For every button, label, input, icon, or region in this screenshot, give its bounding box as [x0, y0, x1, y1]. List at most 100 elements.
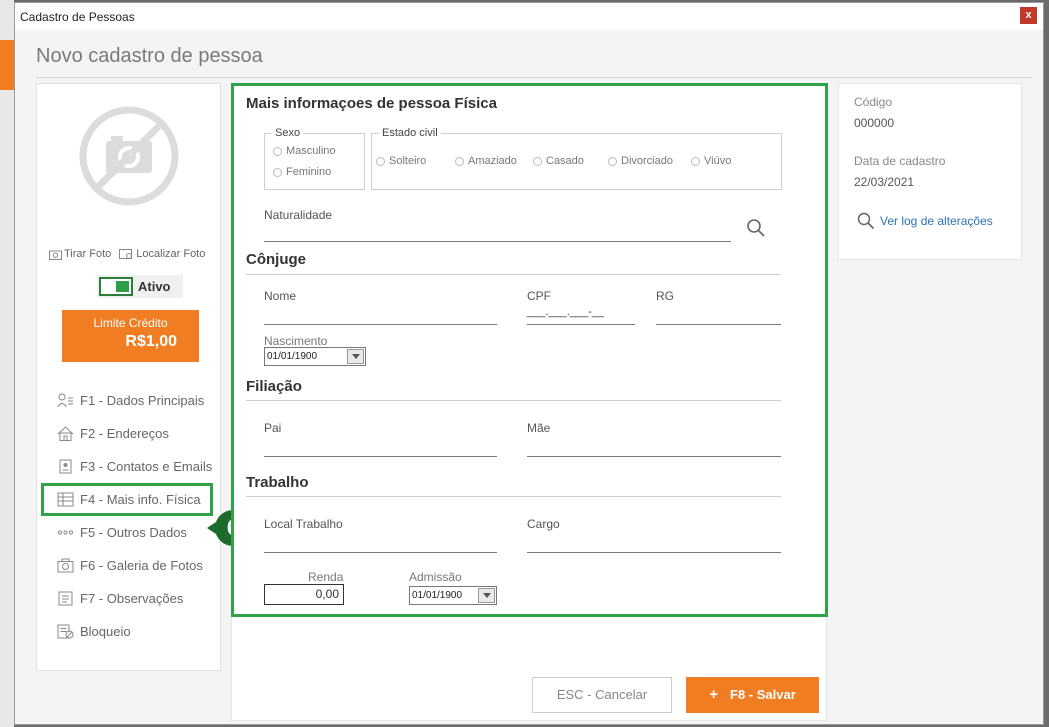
radio-masculino[interactable]: Masculino: [273, 145, 336, 157]
home-icon: [57, 426, 74, 441]
data-cadastro-value: 22/03/2021: [854, 175, 915, 189]
conjuge-rg-label: RG: [656, 289, 674, 303]
naturalidade-label: Naturalidade: [264, 208, 333, 222]
sidebar-item-dados-principais[interactable]: F1 - Dados Principais: [37, 384, 222, 417]
trabalho-divider: [246, 496, 781, 497]
radio-feminino[interactable]: Feminino: [273, 166, 331, 178]
sidebar-item-label: F2 - Endereços: [80, 426, 169, 441]
radio-casado[interactable]: Casado: [533, 155, 584, 167]
sidebar-item-label: F6 - Galeria de Fotos: [80, 558, 203, 573]
conjuge-nome-label: Nome: [264, 289, 297, 303]
pai-label: Pai: [264, 421, 282, 435]
close-button[interactable]: x: [1020, 7, 1037, 24]
sidebar-item-outros-dados[interactable]: F5 - Outros Dados: [37, 516, 222, 549]
radio-circle[interactable]: [376, 156, 385, 166]
no-photo-icon[interactable]: [79, 106, 179, 206]
radio-circle[interactable]: [608, 156, 617, 166]
toggle-switch[interactable]: [99, 277, 133, 296]
conjuge-cpf-mask[interactable]: ___.___.___-__: [527, 306, 604, 318]
sidebar-item-label: F1 - Dados Principais: [80, 393, 205, 408]
plus-icon: +: [709, 686, 718, 703]
local-trabalho-label: Local Trabalho: [264, 517, 343, 531]
sidebar-item-enderecos[interactable]: F2 - Endereços: [37, 417, 222, 450]
dots-icon: [57, 530, 74, 535]
cancel-button[interactable]: ESC - Cancelar: [532, 677, 672, 713]
find-photo-button[interactable]: Localizar Foto: [119, 248, 205, 260]
local-trabalho-input[interactable]: [264, 552, 497, 553]
radio-label: Feminino: [286, 166, 332, 178]
radio-circle[interactable]: [273, 146, 282, 156]
radio-amaziado[interactable]: Amaziado: [455, 155, 517, 167]
pai-input[interactable]: [264, 456, 497, 457]
radio-label: Solteiro: [389, 155, 427, 167]
main-form-panel: Mais informaçoes de pessoa Física Sexo M…: [231, 83, 827, 721]
credit-limit-card: Limite Crédito R$1,00: [62, 310, 199, 362]
table-icon: [57, 492, 74, 507]
nascimento-value: 01/01/1900: [267, 351, 318, 362]
data-cadastro-label: Data de cadastro: [854, 154, 946, 168]
user-list-icon: [57, 393, 73, 408]
chevron-down-icon[interactable]: [347, 349, 364, 364]
info-panel: Código 000000 Data de cadastro 22/03/202…: [838, 83, 1022, 260]
sidebar-item-observacoes[interactable]: F7 - Observações: [37, 582, 222, 615]
renda-input[interactable]: 0,00: [264, 584, 344, 605]
admissao-label: Admissão: [409, 570, 462, 584]
chevron-down-icon[interactable]: [478, 588, 495, 603]
save-button[interactable]: + F8 - Salvar: [686, 677, 819, 713]
nascimento-date-picker[interactable]: 01/01/1900: [264, 347, 366, 366]
trabalho-title: Trabalho: [246, 474, 309, 491]
radio-circle[interactable]: [691, 156, 700, 166]
sidebar-item-bloqueio[interactable]: Bloqueio: [37, 615, 222, 648]
sidebar-item-label: F5 - Outros Dados: [80, 525, 187, 540]
search-icon[interactable]: [746, 218, 766, 238]
camera-icon: [57, 558, 74, 573]
ver-log-label: Ver log de alterações: [880, 214, 993, 228]
sidebar-nav: F1 - Dados Principais F2 - Endereços F3 …: [37, 384, 222, 648]
conjuge-rg-input[interactable]: [656, 324, 781, 325]
take-photo-label: Tirar Foto: [64, 248, 112, 260]
ver-log-link[interactable]: Ver log de alterações: [857, 212, 993, 230]
admissao-value: 01/01/1900: [412, 590, 463, 601]
radio-label: Masculino: [286, 145, 336, 157]
admissao-date-picker[interactable]: 01/01/1900: [409, 586, 497, 605]
block-doc-icon: [57, 624, 74, 639]
take-photo-button[interactable]: Tirar Foto: [49, 248, 111, 260]
mae-input[interactable]: [527, 456, 781, 457]
background-app: [0, 0, 14, 727]
sidebar-item-galeria-fotos[interactable]: F6 - Galeria de Fotos: [37, 549, 222, 582]
estado-civil-group: Estado civil Solteiro Amaziado Casado Di…: [371, 127, 782, 190]
search-icon: [857, 212, 875, 230]
conjuge-nome-input[interactable]: [264, 324, 497, 325]
radio-viuvo[interactable]: Viúvo: [691, 155, 731, 167]
status-toggle[interactable]: Ativo: [97, 275, 183, 298]
filiacao-title: Filiação: [246, 378, 302, 395]
radio-circle[interactable]: [533, 156, 542, 166]
naturalidade-input[interactable]: [264, 241, 731, 242]
dialog-content: Novo cadastro de pessoa Tirar Foto Local: [15, 30, 1043, 724]
note-icon: [58, 591, 73, 606]
radio-label: Casado: [546, 155, 584, 167]
conjuge-cpf-input[interactable]: [527, 324, 635, 325]
sidebar-item-contatos[interactable]: F3 - Contatos e Emails: [37, 450, 222, 483]
cargo-input[interactable]: [527, 552, 781, 553]
radio-label: Viúvo: [704, 155, 732, 167]
sidebar-item-label: F7 - Observações: [80, 591, 184, 606]
sidebar-item-mais-info-fisica[interactable]: F4 - Mais info. Física: [41, 483, 213, 516]
left-panel: Tirar Foto Localizar Foto Ativo Limite C…: [36, 83, 221, 671]
conjuge-cpf-label: CPF: [527, 289, 551, 303]
background-accent: [0, 40, 14, 90]
credit-value: R$1,00: [125, 333, 177, 350]
conjuge-title: Cônjuge: [246, 251, 306, 268]
window-title: Cadastro de Pessoas: [20, 10, 135, 24]
renda-label: Renda: [308, 570, 344, 584]
radio-divorciado[interactable]: Divorciado: [608, 155, 673, 167]
radio-circle[interactable]: [273, 167, 282, 177]
mae-label: Mãe: [527, 421, 551, 435]
radio-circle[interactable]: [455, 156, 464, 166]
filiacao-divider: [246, 400, 781, 401]
form-title: Mais informaçoes de pessoa Física: [246, 95, 497, 112]
radio-solteiro[interactable]: Solteiro: [376, 155, 426, 167]
codigo-value: 000000: [854, 116, 895, 130]
cargo-label: Cargo: [527, 517, 560, 531]
nascimento-label: Nascimento: [264, 334, 328, 348]
